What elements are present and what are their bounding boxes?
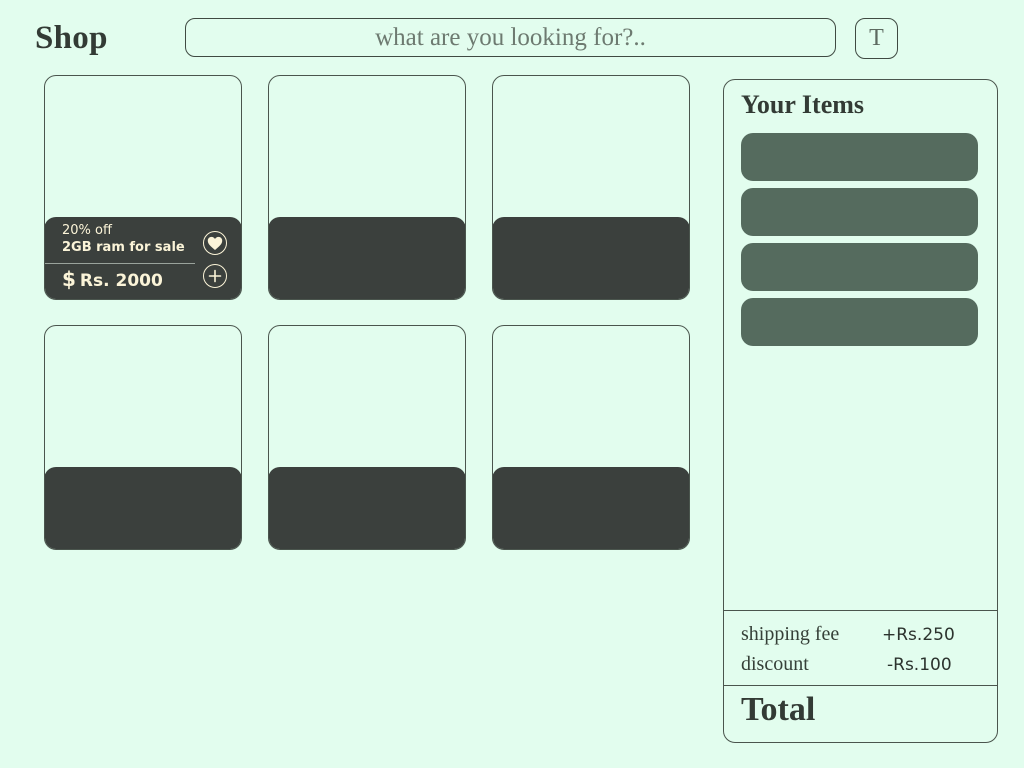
product-info-bar <box>45 467 241 549</box>
product-card[interactable] <box>44 325 242 550</box>
total-label: Total <box>741 691 816 728</box>
cart-title: Your Items <box>741 90 865 119</box>
discount-label: discount <box>741 653 809 675</box>
total-divider <box>724 685 997 686</box>
heart-icon <box>207 236 223 250</box>
cart-item[interactable] <box>741 298 978 346</box>
product-info-bar <box>493 217 689 299</box>
plus-icon <box>208 269 222 283</box>
product-card[interactable] <box>492 75 690 300</box>
cart-item[interactable] <box>741 188 978 236</box>
cart-item[interactable] <box>741 243 978 291</box>
product-info-bar <box>493 467 689 549</box>
product-card[interactable]: 20% off 2GB ram for sale $ Rs. 2000 <box>44 75 242 300</box>
product-info-bar <box>269 217 465 299</box>
cart-item[interactable] <box>741 133 978 181</box>
product-info-bar <box>269 467 465 549</box>
search-input[interactable] <box>185 18 836 57</box>
like-button[interactable] <box>203 231 227 255</box>
theme-toggle-button[interactable]: T <box>855 18 898 59</box>
product-card[interactable] <box>492 325 690 550</box>
cart-panel: Your Items shipping fee +Rs.250 discount… <box>723 79 998 743</box>
currency-icon: $ <box>62 267 76 291</box>
cart-divider <box>724 610 997 611</box>
discount-label: 20% off <box>62 223 112 238</box>
shipping-fee-label: shipping fee <box>741 623 840 645</box>
price-value: Rs. 2000 <box>79 271 163 291</box>
product-price: $ Rs. 2000 <box>62 267 163 291</box>
card-divider <box>45 263 195 264</box>
shipping-fee-value: +Rs.250 <box>882 625 955 645</box>
product-card[interactable] <box>268 325 466 550</box>
shop-logo: Shop <box>35 20 108 56</box>
product-name: 2GB ram for sale <box>62 240 185 255</box>
discount-value: -Rs.100 <box>887 655 952 675</box>
product-info-bar: 20% off 2GB ram for sale $ Rs. 2000 <box>45 217 241 299</box>
product-card[interactable] <box>268 75 466 300</box>
add-to-cart-button[interactable] <box>203 264 227 288</box>
